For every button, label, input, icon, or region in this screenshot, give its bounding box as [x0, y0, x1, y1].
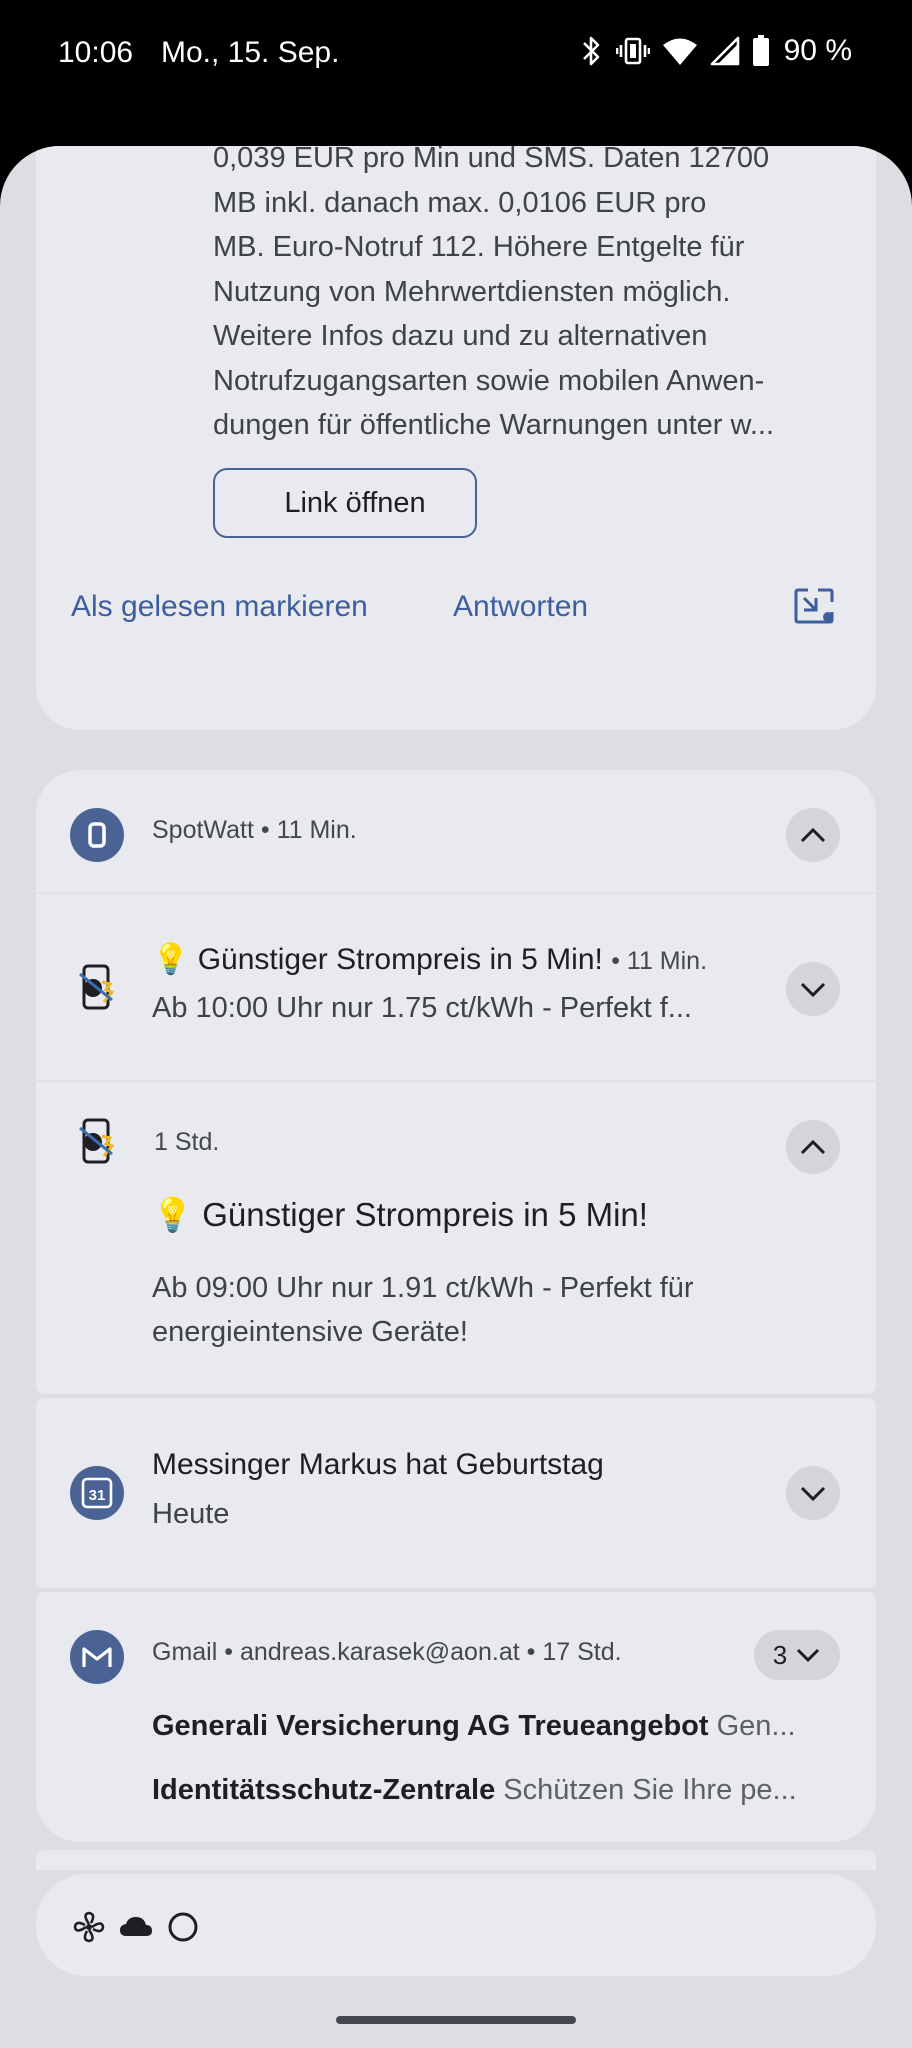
status-bar: 10:06 Mo., 15. Sep. 90 %: [0, 0, 912, 110]
notification-time: 1 Std.: [154, 1128, 220, 1156]
sms-line: 0,039 EUR pro Min und SMS. Daten 12700: [213, 146, 770, 174]
lightbulb-icon: 💡: [152, 943, 190, 976]
group-time: 11 Min.: [276, 816, 357, 844]
notification-shade: 0,039 EUR pro Min und SMS. Daten 12700 M…: [0, 146, 912, 2048]
sms-line: Weitere Infos dazu und zu alternativen: [213, 320, 708, 352]
spotwatt-notification-1[interactable]: 💡 Günstiger Strompreis in 5 Min! • 11 Mi…: [36, 894, 876, 1082]
sms-body-text: 0,039 EUR pro Min und SMS. Daten 12700 M…: [213, 146, 853, 448]
battery-icon: [752, 35, 769, 66]
email-sender: Identitätsschutz-Zentrale: [152, 1774, 496, 1806]
sms-line: MB. Euro-Notruf 112. Höhere Entgelte für: [213, 231, 745, 263]
wifi-icon: [662, 38, 697, 65]
next-notification-peek: [36, 1850, 876, 1870]
notification-time: 11 Min.: [626, 947, 708, 975]
reply-button[interactable]: Antworten: [453, 590, 588, 624]
gmail-header: Gmail • andreas.karasek@aon.at • 17 Std.: [152, 1638, 622, 1666]
notification-title: 💡 Günstiger Strompreis in 5 Min! • 11 Mi…: [152, 943, 708, 976]
chevron-down-icon: [800, 1486, 826, 1502]
expand-button[interactable]: [786, 1466, 840, 1520]
phone-euro-icon: [79, 964, 114, 1010]
gmail-app-icon: [70, 1630, 124, 1684]
expand-button[interactable]: [786, 962, 840, 1016]
circle-icon: [168, 1912, 198, 1942]
notification-time: 17 Std.: [542, 1638, 622, 1666]
status-time: 10:06: [58, 36, 134, 69]
mark-as-read-button[interactable]: Als gelesen markieren: [71, 590, 368, 624]
spotwatt-notification-group[interactable]: SpotWatt • 11 Min. 💡 Günstiger Stromprei…: [36, 770, 876, 1394]
silent-icons: [72, 1910, 200, 1944]
email-preview: Gen...: [716, 1710, 796, 1742]
vibrate-icon: [615, 37, 650, 65]
email-row[interactable]: Identitätsschutz-Zentrale Schützen Sie I…: [152, 1774, 842, 1807]
app-name: Gmail: [152, 1638, 218, 1666]
email-sender: Generali Versicherung AG Treueangebot: [152, 1710, 709, 1742]
chevron-up-icon: [800, 827, 826, 843]
birthday-notification[interactable]: 31 Messinger Markus hat Geburtstag Heute: [36, 1398, 876, 1588]
chevron-up-icon: [800, 1139, 826, 1155]
app-name: SpotWatt: [152, 816, 254, 844]
cloud-icon: [120, 1917, 152, 1936]
calendar-app-icon: 31: [70, 1466, 124, 1520]
chevron-down-icon: [800, 982, 826, 998]
collapse-button[interactable]: [786, 808, 840, 862]
bubble-icon[interactable]: [792, 586, 836, 634]
sms-actions: Als gelesen markieren Antworten: [71, 588, 846, 640]
notification-text: Ab 10:00 Uhr nur 1.75 ct/kWh - Perfekt f…: [152, 992, 692, 1024]
sms-line: dungen für öffentliche Warnungen unter w…: [213, 409, 775, 441]
title-text: Günstiger Strompreis in 5 Min!: [202, 1196, 648, 1233]
expand-count-button[interactable]: 3: [754, 1630, 840, 1680]
calendar-day: 31: [89, 1487, 106, 1504]
title-text: Günstiger Strompreis in 5 Min!: [197, 943, 603, 976]
fan-icon: [73, 1911, 105, 1943]
sms-notification-card[interactable]: 0,039 EUR pro Min und SMS. Daten 12700 M…: [36, 146, 876, 730]
status-date: Mo., 15. Sep.: [161, 36, 340, 69]
battery-percent: 90 %: [783, 34, 852, 67]
account-email: andreas.karasek@aon.at: [239, 1638, 520, 1666]
chevron-down-icon: [797, 1648, 820, 1663]
notification-text: Heute: [152, 1498, 230, 1530]
sms-line: MB inkl. danach max. 0,0106 EUR pro: [213, 186, 707, 219]
group-header[interactable]: SpotWatt • 11 Min.: [36, 770, 876, 894]
collapse-button[interactable]: [786, 1120, 840, 1174]
spotwatt-app-icon: [70, 808, 124, 862]
message-count: 3: [772, 1639, 788, 1670]
gmail-notification[interactable]: Gmail • andreas.karasek@aon.at • 17 Std.…: [36, 1592, 876, 1842]
sms-line: Notrufzugangsarten sowie mobilen Anwen-: [213, 364, 765, 397]
lightbulb-icon: 💡: [152, 1196, 194, 1233]
group-header-text: SpotWatt • 11 Min.: [152, 816, 357, 844]
bluetooth-icon: [582, 36, 599, 66]
open-link-button[interactable]: Link öffnen: [213, 468, 477, 538]
silent-notifications-bar[interactable]: [36, 1874, 876, 1976]
home-gesture-bar[interactable]: [336, 2016, 576, 2024]
status-icons: 90 %: [578, 34, 852, 68]
spotwatt-notification-2[interactable]: 1 Std. 💡 Günstiger Strompreis in 5 Min! …: [36, 1082, 876, 1394]
notification-text: Ab 09:00 Uhr nur 1.91 ct/kWh - Perfekt f…: [152, 1272, 694, 1348]
email-row[interactable]: Generali Versicherung AG Treueangebot Ge…: [152, 1710, 842, 1743]
notification-title: Messinger Markus hat Geburtstag: [152, 1448, 604, 1481]
email-preview: Schützen Sie Ihre pe...: [503, 1774, 797, 1806]
notification-title: 💡 Günstiger Strompreis in 5 Min!: [152, 1196, 648, 1235]
sms-line: Nutzung von Mehrwertdiensten möglich.: [213, 275, 731, 308]
phone-euro-icon: [79, 1118, 114, 1164]
signal-icon: [710, 36, 739, 66]
